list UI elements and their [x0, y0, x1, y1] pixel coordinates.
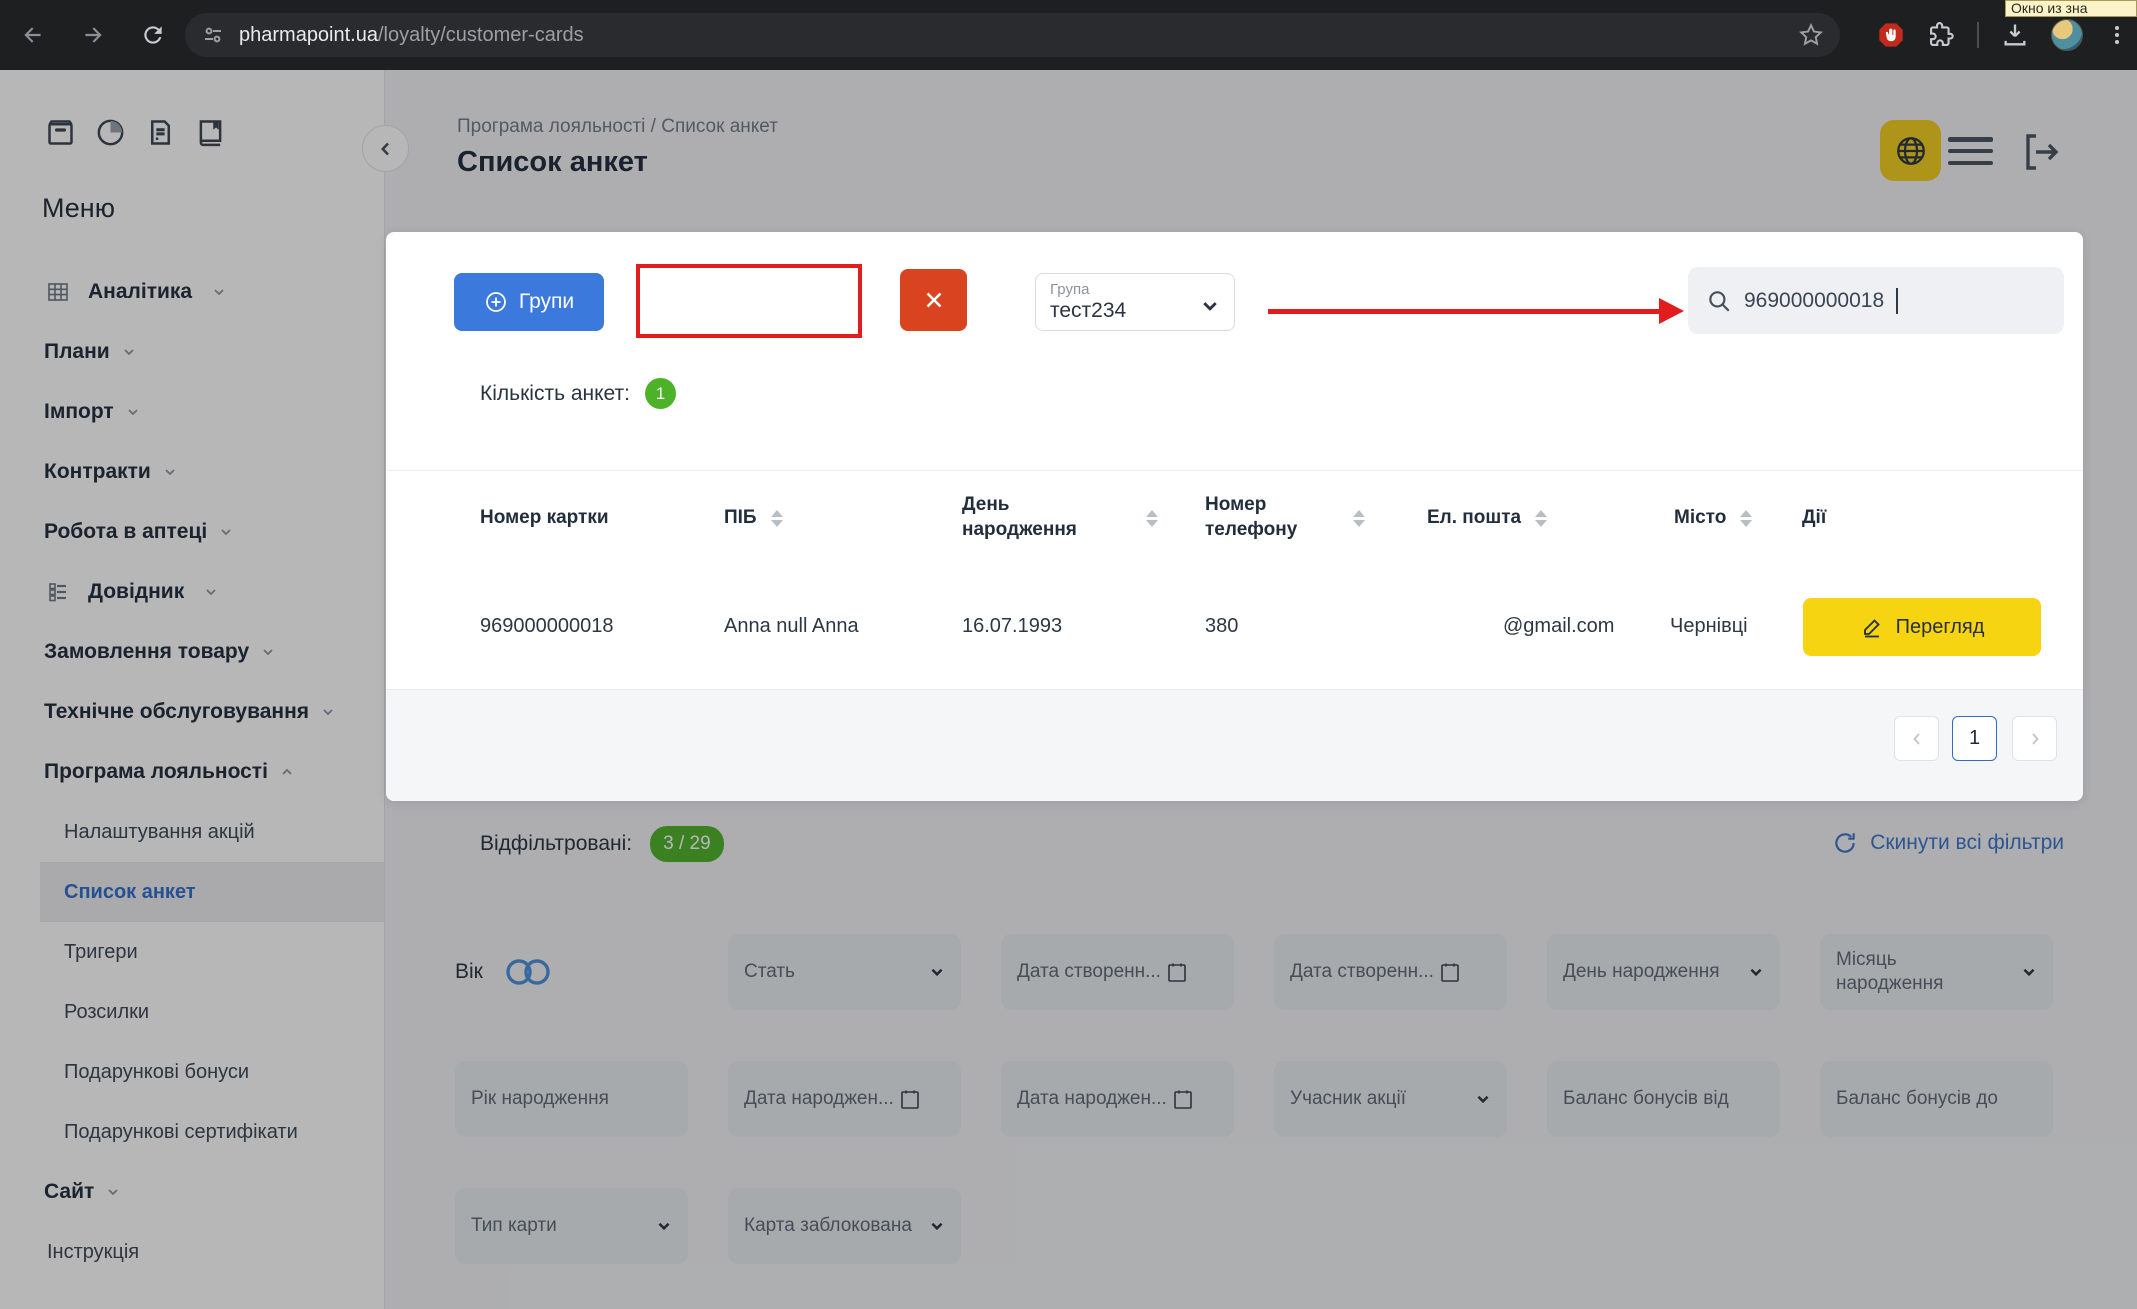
os-tooltip-fragment: Окно из зна: [2005, 0, 2137, 17]
text-caret: [1896, 288, 1898, 314]
column-label: ПІБ: [724, 507, 757, 529]
cell-birthday: 16.07.1993: [962, 564, 1062, 689]
edit-pencil-icon: [1860, 615, 1884, 639]
forward-icon[interactable]: [78, 20, 108, 50]
search-input[interactable]: 969000000018: [1688, 267, 2064, 334]
cell-city: Чернівці: [1670, 564, 1748, 689]
sort-icon[interactable]: [1535, 510, 1547, 527]
address-bar[interactable]: pharmapoint.ua/loyalty/customer-cards: [185, 13, 1840, 57]
back-icon[interactable]: [18, 20, 48, 50]
column-label: День народження: [962, 493, 1114, 542]
column-birthday[interactable]: День народження: [962, 471, 1158, 565]
pagination-prev-button[interactable]: [1894, 716, 1939, 761]
sort-icon[interactable]: [1740, 510, 1752, 527]
cell-name: Anna null Anna: [724, 564, 859, 689]
group-select-label: Група: [1050, 281, 1220, 298]
view-button-label: Перегляд: [1896, 616, 1985, 639]
groups-button-label: Групи: [519, 290, 574, 314]
chevron-right-icon: [2028, 732, 2042, 746]
column-label: Номер телефону: [1205, 493, 1325, 542]
table-header: Номер картки ПІБ День народження Номер т…: [386, 470, 2083, 564]
pagination-page-1[interactable]: 1: [1952, 716, 1997, 761]
groups-button[interactable]: Групи: [454, 273, 604, 331]
chrome-divider: [1977, 22, 1979, 48]
close-icon: [921, 287, 947, 313]
cell-phone: 380: [1205, 564, 1238, 689]
bookmark-star-icon[interactable]: [1798, 22, 1824, 48]
group-select-value: тест234: [1050, 299, 1220, 323]
annotation-highlight-box: [636, 264, 862, 338]
url-text: pharmapoint.ua/loyalty/customer-cards: [239, 24, 1798, 47]
search-value: 969000000018: [1744, 289, 1884, 313]
group-select[interactable]: Група тест234: [1035, 273, 1235, 331]
search-icon: [1706, 288, 1732, 314]
cards-count-label: Кількість анкет:: [480, 382, 630, 406]
column-label: Дії: [1802, 507, 1826, 529]
profile-avatar[interactable]: [2051, 19, 2083, 51]
extensions-icon[interactable]: [1927, 21, 1955, 49]
annotation-arrow: [1268, 298, 1684, 324]
reload-icon[interactable]: [138, 20, 168, 50]
view-button[interactable]: Перегляд: [1803, 598, 2041, 656]
column-label: Місто: [1674, 507, 1726, 529]
site-info-icon[interactable]: [201, 23, 225, 47]
table-footer: 1: [386, 689, 2083, 801]
sort-icon[interactable]: [1353, 510, 1365, 527]
sort-icon[interactable]: [1146, 510, 1158, 527]
pagination-next-button[interactable]: [2012, 716, 2057, 761]
chrome-menu-icon[interactable]: [2105, 23, 2129, 47]
cell-card-number: 969000000018: [480, 564, 613, 689]
app-root: Меню Аналітика Плани Імпорт Контракти Ро…: [0, 70, 2137, 1309]
column-label: Номер картки: [480, 507, 609, 529]
adblock-extension-icon[interactable]: [1877, 21, 1905, 49]
column-card-number: Номер картки: [480, 471, 609, 565]
column-name[interactable]: ПІБ: [724, 471, 783, 565]
column-actions: Дії: [1802, 471, 1826, 565]
url-path: /loyalty/customer-cards: [378, 24, 584, 46]
column-phone[interactable]: Номер телефону: [1205, 471, 1365, 565]
clear-group-button[interactable]: [900, 269, 967, 331]
url-host: pharmapoint.ua: [239, 24, 378, 46]
browser-chrome: pharmapoint.ua/loyalty/customer-cards: [0, 0, 2137, 70]
chevron-down-icon: [1200, 296, 1220, 316]
sort-icon[interactable]: [771, 510, 783, 527]
column-email[interactable]: Ел. пошта: [1427, 471, 1547, 565]
table-row: 969000000018 Anna null Anna 16.07.1993 3…: [386, 564, 2083, 689]
downloads-icon[interactable]: [2001, 21, 2029, 49]
plus-circle-icon: [484, 290, 508, 314]
cards-count: Кількість анкет: 1: [480, 378, 676, 409]
cell-email: @gmail.com: [1503, 564, 1614, 689]
cards-count-badge: 1: [645, 378, 676, 409]
chevron-left-icon: [1910, 732, 1924, 746]
column-label: Ел. пошта: [1427, 507, 1521, 529]
column-city[interactable]: Місто: [1674, 471, 1752, 565]
